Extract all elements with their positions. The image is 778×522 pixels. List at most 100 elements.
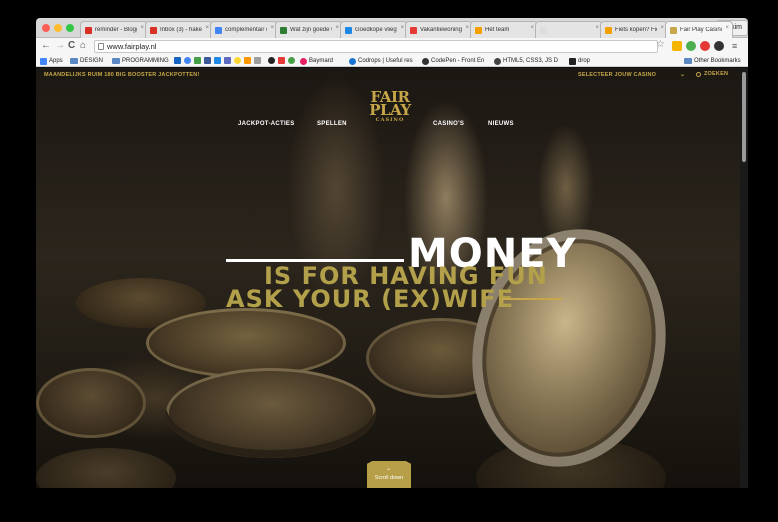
bookmark-icon[interactable] — [224, 57, 231, 64]
reload-icon[interactable]: C — [68, 40, 75, 52]
forward-arrow-icon[interactable]: → — [55, 40, 65, 52]
maximize-window-button[interactable] — [66, 24, 74, 32]
bookmark-baymard[interactable]: Baymard — [300, 56, 333, 66]
browser-tab[interactable]: Fiets kopen? Fie × — [600, 21, 668, 38]
nav-spellen[interactable]: SPELLEN — [317, 121, 347, 127]
close-tab-icon[interactable]: × — [400, 25, 404, 31]
minimize-window-button[interactable] — [54, 24, 62, 32]
close-window-button[interactable] — [42, 24, 50, 32]
search-button[interactable]: ZOEKEN — [696, 71, 728, 77]
close-tab-icon[interactable]: × — [270, 25, 274, 31]
logo-line: PLAY — [369, 100, 411, 119]
bookmark-label: Apps — [49, 58, 63, 64]
bookmark-label: PROGRAMMING — [122, 58, 169, 64]
browser-toolbar: ← → C ⌂ www.fairplay.nl ☆ ≡ — [36, 38, 748, 55]
bookmark-label: Other Bookmarks — [694, 58, 741, 64]
bookmark-label: HTML5, CSS3, JS D — [503, 58, 559, 64]
bookmark-facebook-icon[interactable] — [204, 57, 211, 64]
bookmark-w-icon[interactable] — [174, 57, 181, 64]
extension-opera-icon[interactable] — [700, 41, 710, 51]
bookmark-other[interactable]: Other Bookmarks — [684, 56, 741, 66]
close-tab-icon[interactable]: × — [140, 25, 144, 31]
favicon-icon — [605, 26, 612, 34]
coin-image — [36, 448, 176, 488]
extension-pen-icon[interactable] — [672, 41, 682, 51]
nav-nieuws[interactable]: NIEUWS — [488, 121, 514, 127]
fairplay-logo[interactable]: FAIR PLAY CASINO — [364, 90, 416, 123]
coin-image — [146, 308, 346, 378]
tab-title: Vakantiewoningen — [420, 27, 462, 33]
drop-icon — [569, 57, 576, 65]
page-icon — [98, 43, 104, 50]
select-casino-dropdown[interactable]: SELECTEER JOUW CASINO — [578, 72, 656, 78]
address-bar[interactable]: www.fairplay.nl — [94, 40, 658, 53]
hero-subline: ASK YOUR (EX)WIFE — [226, 285, 515, 313]
search-icon — [696, 72, 701, 77]
bookmark-icon[interactable] — [278, 57, 285, 64]
apps-grid-icon — [40, 57, 47, 65]
browser-tab[interactable]: Vakantiewoningen× — [405, 21, 473, 38]
bookmark-apps[interactable]: Apps — [40, 56, 63, 66]
close-tab-icon[interactable]: × — [335, 25, 339, 31]
promo-link[interactable]: MAANDELIJKS RUIM 180 BIG BOOSTER JACKPOT… — [44, 72, 199, 78]
scroll-down-label: Scroll down — [374, 475, 404, 481]
extension-green-icon[interactable] — [686, 41, 696, 51]
bookmark-star-icon[interactable]: ☆ — [656, 39, 665, 50]
bookmark-icon[interactable] — [234, 57, 241, 64]
close-tab-icon[interactable]: × — [205, 25, 209, 31]
favicon-icon — [280, 26, 287, 34]
close-tab-icon[interactable]: × — [530, 25, 534, 31]
browser-tab[interactable]: × — [535, 21, 603, 38]
favicon-icon — [345, 26, 352, 34]
scrollbar-thumb[interactable] — [742, 72, 746, 162]
folder-icon — [70, 58, 78, 64]
tab-title: complementair c — [225, 27, 267, 33]
tab-title: Wat zijn goede w — [290, 27, 332, 33]
browser-tab[interactable]: complementair c × — [210, 21, 278, 38]
tab-title: Fair Play Casino — [680, 27, 722, 33]
bookmark-google-icon[interactable] — [184, 57, 191, 64]
close-tab-icon[interactable]: × — [725, 25, 729, 31]
browser-tab[interactable]: Het team × — [470, 21, 538, 38]
nav-casinos[interactable]: CASINO'S — [433, 121, 464, 127]
bookmark-codepen[interactable]: CodePen - Front En — [422, 56, 484, 66]
browser-tab[interactable]: Fair Play Casino × — [665, 21, 733, 38]
bookmark-folder-design[interactable]: DESIGN — [70, 56, 103, 66]
browser-tab[interactable]: Wat zijn goede w × — [275, 21, 343, 38]
browser-tab[interactable]: Inbox (3) - haken × — [145, 21, 213, 38]
bookmark-label: drop — [578, 58, 591, 64]
scroll-down-button[interactable]: ⌄ Scroll down — [367, 461, 411, 488]
close-tab-icon[interactable]: × — [595, 25, 599, 31]
html5-icon — [494, 57, 501, 65]
bookmarks-bar: Apps DESIGN PROGRAMMING Baymard Codrops … — [36, 55, 748, 67]
chevron-down-icon: ⌄ — [386, 466, 392, 472]
nav-jackpot-acties[interactable]: JACKPOT-ACTIES — [238, 121, 295, 127]
bookmark-icon[interactable] — [268, 57, 275, 64]
subline-rule — [502, 298, 562, 300]
bookmark-drop[interactable]: drop — [569, 56, 590, 66]
bookmark-icon[interactable] — [244, 57, 251, 64]
home-icon[interactable]: ⌂ — [80, 40, 86, 52]
site-top-bar: MAANDELIJKS RUIM 180 BIG BOOSTER JACKPOT… — [36, 68, 740, 82]
bookmark-label: Codrops | Useful res — [358, 58, 413, 64]
browser-tab[interactable]: Goedkope vliegti × — [340, 21, 408, 38]
close-tab-icon[interactable]: × — [660, 25, 664, 31]
bookmark-icon[interactable] — [214, 57, 221, 64]
browser-tab[interactable]: reminder - Blogg × — [80, 21, 148, 38]
menu-icon[interactable]: ≡ — [732, 40, 737, 52]
bookmark-html5[interactable]: HTML5, CSS3, JS D — [494, 56, 558, 66]
tab-list: reminder - Blogg × Inbox (3) - haken × compl… — [80, 21, 733, 38]
chevron-down-icon[interactable]: ⌄ — [680, 71, 685, 78]
bookmark-codrops[interactable]: Codrops | Useful res — [349, 56, 413, 66]
extension-dark-icon[interactable] — [714, 41, 724, 51]
bookmark-icon[interactable] — [194, 57, 201, 64]
bookmark-label: CodePen - Front En — [431, 58, 485, 64]
bookmark-icon[interactable] — [254, 57, 261, 64]
bookmark-icon[interactable] — [288, 57, 295, 64]
bookmark-folder-programming[interactable]: PROGRAMMING — [112, 56, 169, 66]
close-tab-icon[interactable]: × — [465, 25, 469, 31]
page-scrollbar[interactable] — [740, 68, 748, 488]
back-arrow-icon[interactable]: ← — [41, 40, 51, 52]
tab-title: Inbox (3) - haken — [160, 27, 202, 33]
favicon-icon — [410, 26, 417, 34]
